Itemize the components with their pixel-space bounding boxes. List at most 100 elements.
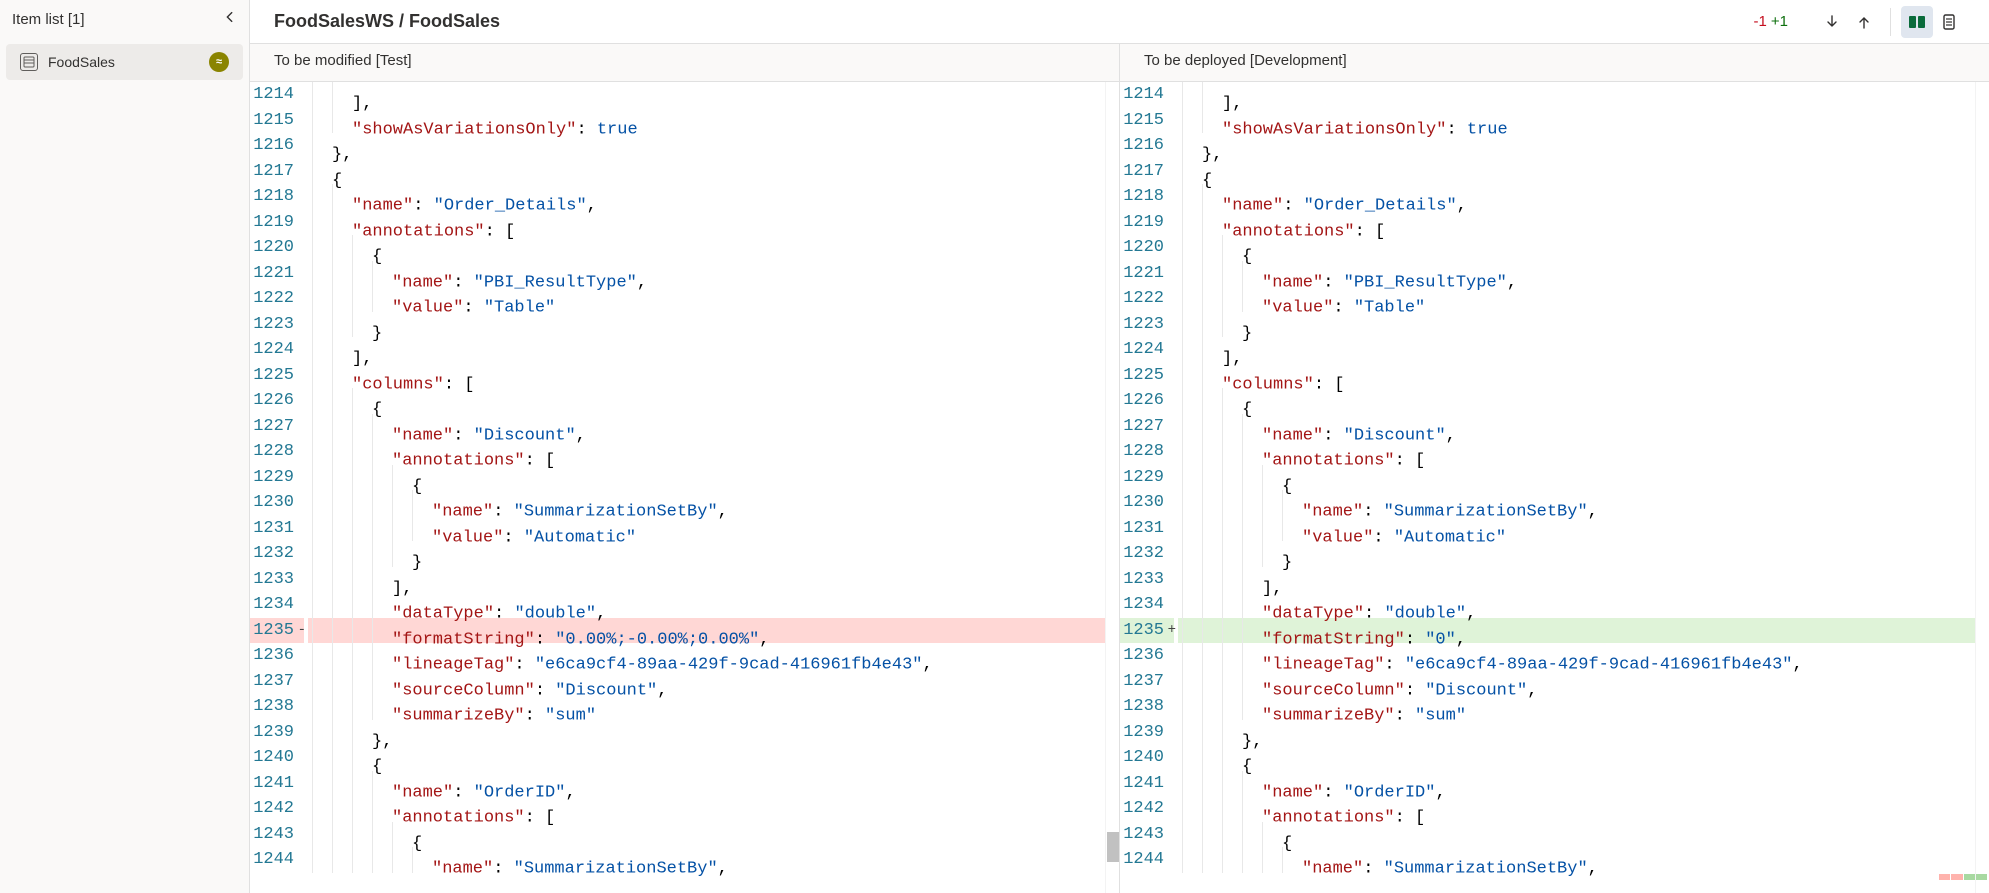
left-code[interactable]: ],"showAsVariationsOnly": true},{"name":… — [308, 82, 1105, 893]
code-line[interactable]: "formatString": "0.00%;-0.00%;0.00%", — [308, 618, 1105, 644]
line-number: 1236 — [250, 643, 304, 669]
code-line[interactable]: "value": "Table" — [308, 286, 1105, 312]
left-gutter: 1214121512161217121812191220122112221223… — [250, 82, 308, 893]
code-line[interactable]: "name": "PBI_ResultType", — [308, 261, 1105, 287]
left-code-pane[interactable]: 1214121512161217121812191220122112221223… — [250, 82, 1119, 893]
code-line[interactable]: { — [1178, 159, 1975, 185]
sidebar: Item list [1] FoodSales ≈ — [0, 0, 250, 893]
line-number: 1233 — [250, 567, 304, 593]
line-number: 1244 — [250, 847, 304, 873]
line-number: 1220 — [1120, 235, 1174, 261]
line-number: 1239 — [1120, 720, 1174, 746]
code-line[interactable]: "columns": [ — [308, 363, 1105, 389]
right-code[interactable]: ],"showAsVariationsOnly": true},{"name":… — [1178, 82, 1975, 893]
code-line[interactable]: "annotations": [ — [308, 439, 1105, 465]
sidebar-item-foodsales[interactable]: FoodSales ≈ — [6, 44, 243, 80]
diff-overview-ruler[interactable] — [1939, 867, 1987, 887]
line-number: 1214 — [250, 82, 304, 108]
code-line[interactable]: "name": "Discount", — [308, 414, 1105, 440]
app-root: Item list [1] FoodSales ≈ FoodSalesWS / … — [0, 0, 1989, 893]
line-number: 1243 — [250, 822, 304, 848]
code-line[interactable]: { — [1178, 745, 1975, 771]
line-number: 1229 — [250, 465, 304, 491]
code-line[interactable]: "showAsVariationsOnly": true — [308, 108, 1105, 134]
line-number: 1243 — [1120, 822, 1174, 848]
code-line[interactable]: "value": "Table" — [1178, 286, 1975, 312]
line-number: 1221 — [1120, 261, 1174, 287]
code-line[interactable]: "dataType": "double", — [308, 592, 1105, 618]
code-line[interactable]: "showAsVariationsOnly": true — [1178, 108, 1975, 134]
line-number: 1215 — [250, 108, 304, 134]
line-number: 1221 — [250, 261, 304, 287]
code-line[interactable]: "summarizeBy": "sum" — [1178, 694, 1975, 720]
code-line[interactable]: { — [308, 159, 1105, 185]
code-line[interactable]: "annotations": [ — [1178, 439, 1975, 465]
code-line[interactable]: ], — [1178, 567, 1975, 593]
code-line[interactable]: ], — [308, 82, 1105, 108]
code-line[interactable]: { — [308, 745, 1105, 771]
inline-view-button[interactable] — [1933, 6, 1965, 38]
code-line[interactable]: "name": "SummarizationSetBy", — [308, 490, 1105, 516]
line-number: 1220 — [250, 235, 304, 261]
code-line[interactable]: "name": "SummarizationSetBy", — [1178, 490, 1975, 516]
code-line[interactable]: "formatString": "0", — [1178, 618, 1975, 644]
code-line[interactable]: ], — [308, 337, 1105, 363]
code-line[interactable]: "name": "OrderID", — [1178, 771, 1975, 797]
line-number: 1225 — [1120, 363, 1174, 389]
line-number: 1237 — [1120, 669, 1174, 695]
code-line[interactable]: "name": "PBI_ResultType", — [1178, 261, 1975, 287]
sidebar-header: Item list [1] — [0, 0, 249, 38]
code-line[interactable]: "name": "SummarizationSetBy", — [308, 847, 1105, 873]
line-number: 1235- — [250, 618, 304, 644]
right-gutter: 1214121512161217121812191220122112221223… — [1120, 82, 1178, 893]
right-scrollbar[interactable] — [1975, 82, 1989, 893]
code-line[interactable]: "name": "OrderID", — [308, 771, 1105, 797]
line-number: 1232 — [250, 541, 304, 567]
code-line[interactable]: "summarizeBy": "sum" — [308, 694, 1105, 720]
code-line[interactable]: "annotations": [ — [308, 796, 1105, 822]
code-line[interactable]: } — [1178, 541, 1975, 567]
code-line[interactable]: "annotations": [ — [1178, 796, 1975, 822]
code-line[interactable]: "name": "Discount", — [1178, 414, 1975, 440]
line-number: 1214 — [1120, 82, 1174, 108]
line-number: 1215 — [1120, 108, 1174, 134]
line-number: 1218 — [250, 184, 304, 210]
line-number: 1225 — [250, 363, 304, 389]
line-number: 1240 — [250, 745, 304, 771]
dataset-icon — [20, 53, 38, 71]
line-number: 1226 — [250, 388, 304, 414]
line-number: 1239 — [250, 720, 304, 746]
sidebar-title: Item list [1] — [12, 11, 85, 28]
collapse-sidebar-button[interactable] — [223, 10, 237, 28]
side-by-side-view-button[interactable] — [1901, 6, 1933, 38]
line-number: 1238 — [1120, 694, 1174, 720]
line-number: 1216 — [250, 133, 304, 159]
line-number: 1228 — [250, 439, 304, 465]
code-line[interactable]: ], — [308, 567, 1105, 593]
diff-counts: -1 +1 — [1754, 13, 1788, 30]
code-line[interactable]: } — [308, 541, 1105, 567]
line-number: 1228 — [1120, 439, 1174, 465]
code-line[interactable]: ], — [1178, 82, 1975, 108]
code-line[interactable]: "name": "SummarizationSetBy", — [1178, 847, 1975, 873]
left-pane-header: To be modified [Test] — [250, 44, 1119, 81]
pane-headers: To be modified [Test] To be deployed [De… — [250, 44, 1989, 82]
code-line[interactable]: "lineageTag": "e6ca9cf4-89aa-429f-9cad-4… — [1178, 643, 1975, 669]
code-line[interactable]: "dataType": "double", — [1178, 592, 1975, 618]
line-number: 1235+ — [1120, 618, 1174, 644]
code-line[interactable]: "annotations": [ — [1178, 210, 1975, 236]
code-line[interactable]: ], — [1178, 337, 1975, 363]
line-number: 1219 — [1120, 210, 1174, 236]
right-code-pane[interactable]: 1214121512161217121812191220122112221223… — [1119, 82, 1989, 893]
next-diff-button[interactable] — [1816, 6, 1848, 38]
code-line[interactable]: "name": "Order_Details", — [308, 184, 1105, 210]
left-scrollbar[interactable] — [1105, 82, 1119, 893]
code-line[interactable]: "lineageTag": "e6ca9cf4-89aa-429f-9cad-4… — [308, 643, 1105, 669]
line-number: 1227 — [250, 414, 304, 440]
code-line[interactable]: "columns": [ — [1178, 363, 1975, 389]
code-line[interactable]: "annotations": [ — [308, 210, 1105, 236]
code-line[interactable]: "name": "Order_Details", — [1178, 184, 1975, 210]
line-number: 1222 — [250, 286, 304, 312]
line-number: 1230 — [1120, 490, 1174, 516]
prev-diff-button[interactable] — [1848, 6, 1880, 38]
